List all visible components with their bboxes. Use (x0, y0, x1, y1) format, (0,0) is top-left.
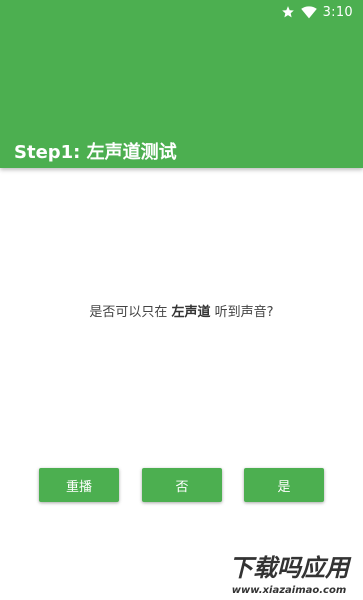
watermark-url: www.xiazaimao.com (232, 585, 347, 596)
question-text: 是否可以只在 左声道 听到声音? (0, 303, 363, 323)
page-title: Step1: 左声道测试 (14, 142, 177, 163)
watermark-title-art: 下载吗应用 (229, 554, 352, 582)
status-bar: 3:10 (281, 0, 363, 24)
watermark-title: 下载吗应用 (229, 554, 352, 582)
question-emphasis: 左声道 (171, 305, 211, 320)
watermark-logo: 下载吗应用 www.xiazaimao.com (215, 548, 363, 600)
replay-button[interactable]: 重播 (39, 468, 119, 502)
no-button[interactable]: 否 (142, 468, 222, 502)
yes-button[interactable]: 是 (244, 468, 324, 502)
watermark-url-art: www.xiazaimao.com (232, 585, 347, 596)
star-icon (281, 6, 294, 18)
wifi-icon (300, 5, 317, 18)
status-time: 3:10 (322, 4, 353, 20)
question-suffix: 听到声音? (210, 305, 274, 320)
app-bar: 3:10 Step1: 左声道测试 (0, 0, 363, 168)
question-prefix: 是否可以只在 (89, 305, 172, 320)
